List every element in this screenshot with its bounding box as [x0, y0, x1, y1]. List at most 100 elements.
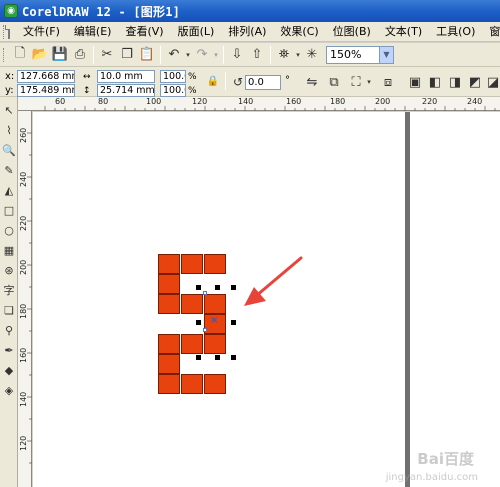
intersect-icon[interactable]: ◨: [445, 72, 465, 92]
path-node[interactable]: [203, 328, 207, 332]
block-cell[interactable]: [204, 294, 226, 314]
undo-icon[interactable]: ↶: [164, 45, 184, 65]
block-cell[interactable]: [158, 374, 180, 394]
smart-fill-tool-icon[interactable]: ◭: [2, 183, 16, 197]
handle-top-middle[interactable]: [215, 285, 220, 290]
eyedropper-tool-icon[interactable]: ⚲: [2, 323, 16, 337]
redo-dropdown-icon[interactable]: ▾: [212, 45, 220, 65]
handle-middle-left[interactable]: [196, 320, 201, 325]
mirror-horizontal-icon[interactable]: ⇋: [302, 72, 322, 92]
ellipse-tool-icon[interactable]: ○: [2, 223, 16, 237]
lock-ratio-icon[interactable]: 🔒: [203, 71, 223, 91]
fill-tool-icon[interactable]: ◆: [2, 363, 16, 377]
menu-bar: 文件(F) 编辑(E) 查看(V) 版面(L) 排列(A) 效果(C) 位图(B…: [0, 22, 500, 42]
chevron-down-icon[interactable]: ▼: [379, 46, 393, 63]
rotation-field[interactable]: 0.0: [245, 75, 281, 90]
ruler-v-120: 120: [19, 435, 28, 451]
interactive-fill-tool-icon[interactable]: ◈: [2, 383, 16, 397]
handle-top-right[interactable]: [231, 285, 236, 290]
menu-layout[interactable]: 版面(L): [171, 23, 222, 41]
polygon-tool-icon[interactable]: ▦: [2, 243, 16, 257]
drawing-canvas[interactable]: × Bai百度 jingyan.baidu.com: [33, 112, 500, 487]
print-icon[interactable]: ⎙: [70, 45, 90, 65]
paste-icon[interactable]: 📋: [137, 45, 157, 65]
menu-grip[interactable]: [3, 24, 4, 39]
coreldraw-window: ◉ CorelDRAW 12 - [图形1] 文件(F) 编辑(E) 查看(V)…: [0, 0, 500, 487]
to-front-icon[interactable]: ⧈: [378, 72, 398, 92]
handle-bottom-middle[interactable]: [215, 355, 220, 360]
center-marker-icon[interactable]: ×: [210, 315, 218, 326]
menu-window[interactable]: 窗口: [482, 23, 500, 41]
freehand-tool-icon[interactable]: ✎: [2, 163, 16, 177]
y-position-field[interactable]: 175.489 mm: [17, 84, 75, 97]
basic-shapes-tool-icon[interactable]: ⊛: [2, 263, 16, 277]
wrap-text-icon[interactable]: ⛶: [346, 72, 366, 92]
trim-icon[interactable]: ◧: [425, 72, 445, 92]
vertical-ruler[interactable]: 260 240 220 200 180 160 140 120: [18, 111, 32, 487]
block-cell[interactable]: [181, 254, 203, 274]
x-position-field[interactable]: 127.668 mm: [17, 70, 75, 83]
simplify-icon[interactable]: ◩: [465, 72, 485, 92]
launch-icon[interactable]: ⛯: [274, 45, 294, 65]
document-icon[interactable]: [5, 24, 10, 39]
vertical-ruler-ticks: [27, 132, 32, 464]
block-cell[interactable]: [181, 334, 203, 354]
front-minus-back-icon[interactable]: ◪: [483, 72, 500, 92]
scale-y-field[interactable]: 100.0: [160, 84, 186, 97]
horizontal-ruler[interactable]: 60 80 100 120 140 160 180 200 220 240: [18, 97, 500, 111]
open-icon[interactable]: 📂: [30, 45, 50, 65]
menu-arrange[interactable]: 排列(A): [221, 23, 273, 41]
interactive-blend-tool-icon[interactable]: ❏: [2, 303, 16, 317]
zoom-level-select[interactable]: 150% ▼: [326, 45, 394, 64]
menu-view[interactable]: 查看(V): [118, 23, 170, 41]
coreldraw-logo-icon: ◉: [4, 4, 18, 18]
window-title: CorelDRAW 12 - [图形1]: [22, 4, 181, 19]
outline-tool-icon[interactable]: ✒: [2, 343, 16, 357]
save-icon[interactable]: 💾: [50, 45, 70, 65]
corel-online-icon[interactable]: ✳: [302, 45, 322, 65]
handle-top-left[interactable]: [196, 285, 201, 290]
new-icon[interactable]: 🗋: [10, 45, 30, 65]
handle-bottom-right[interactable]: [231, 355, 236, 360]
scale-x-field[interactable]: 100.0: [160, 70, 186, 83]
copy-icon[interactable]: ❐: [117, 45, 137, 65]
handle-middle-right[interactable]: [231, 320, 236, 325]
width-field[interactable]: 10.0 mm: [97, 70, 155, 83]
undo-dropdown-icon[interactable]: ▾: [184, 45, 192, 65]
height-field[interactable]: 25.714 mm: [97, 84, 155, 97]
property-bar: x: 127.668 mm y: 175.489 mm ↔ 10.0 mm ↕ …: [0, 67, 500, 97]
launch-dropdown-icon[interactable]: ▾: [294, 45, 302, 65]
toolbar-grip[interactable]: [3, 47, 6, 62]
block-cell[interactable]: [158, 334, 180, 354]
block-cell[interactable]: [158, 254, 180, 274]
rectangle-tool-icon[interactable]: □: [2, 203, 16, 217]
weld-icon[interactable]: ▣: [405, 72, 425, 92]
block-cell[interactable]: [181, 294, 203, 314]
watermark-url: jingyan.baidu.com: [385, 472, 478, 483]
path-node[interactable]: [203, 291, 207, 295]
zoom-tool-icon[interactable]: 🔍: [2, 143, 16, 157]
menu-edit[interactable]: 编辑(E): [67, 23, 119, 41]
cut-icon[interactable]: ✂: [97, 45, 117, 65]
shape-tool-icon[interactable]: ⌇: [2, 123, 16, 137]
redo-icon[interactable]: ↷: [192, 45, 212, 65]
menu-file[interactable]: 文件(F): [16, 23, 67, 41]
menu-text[interactable]: 文本(T): [378, 23, 429, 41]
block-cell[interactable]: [181, 374, 203, 394]
pick-tool-icon[interactable]: ↖: [2, 103, 16, 117]
block-cell[interactable]: [204, 334, 226, 354]
handle-bottom-left[interactable]: [196, 355, 201, 360]
menu-bitmaps[interactable]: 位图(B): [326, 23, 378, 41]
block-cell[interactable]: [158, 354, 180, 374]
menu-effects[interactable]: 效果(C): [273, 23, 325, 41]
block-cell[interactable]: [158, 294, 180, 314]
import-icon[interactable]: ⇩: [227, 45, 247, 65]
mirror-vertical-icon[interactable]: ⧉: [324, 72, 344, 92]
menu-tools[interactable]: 工具(O): [429, 23, 482, 41]
block-cell[interactable]: [158, 274, 180, 294]
export-icon[interactable]: ⇧: [247, 45, 267, 65]
wrap-dropdown-icon[interactable]: ▾: [364, 72, 374, 92]
text-tool-icon[interactable]: 字: [2, 283, 16, 297]
block-cell[interactable]: [204, 254, 226, 274]
block-cell[interactable]: [204, 374, 226, 394]
